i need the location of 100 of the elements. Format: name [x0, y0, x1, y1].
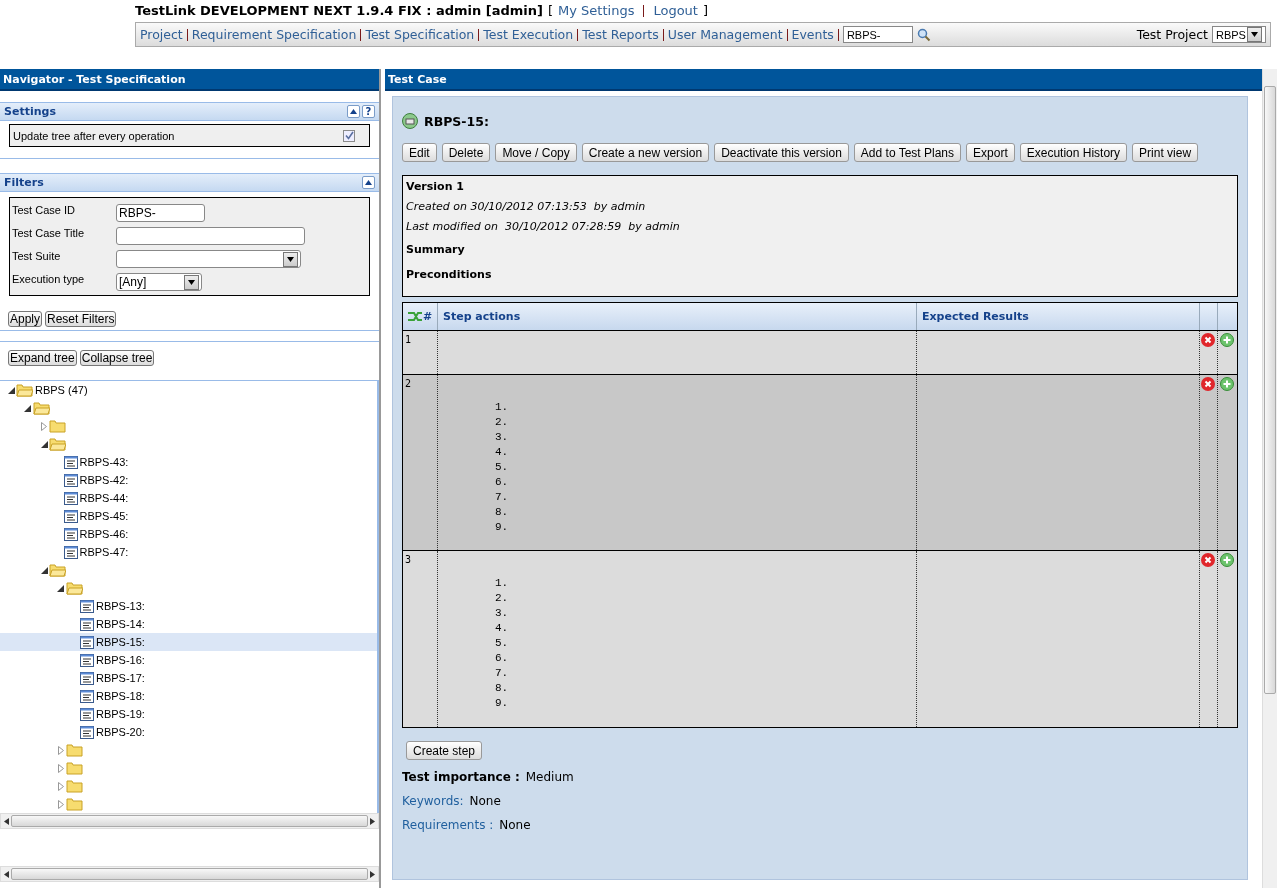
- filter-button[interactable]: Apply: [8, 311, 43, 327]
- select-field[interactable]: [116, 250, 301, 268]
- action-button[interactable]: Deactivate this version: [714, 143, 849, 162]
- menu-link[interactable]: Events: [791, 27, 834, 42]
- create-step-button[interactable]: Create step: [406, 741, 483, 760]
- menu-link[interactable]: Test Reports: [582, 27, 659, 42]
- step-line: 3.: [495, 606, 510, 621]
- collapsed-arrow-icon[interactable]: [57, 745, 64, 755]
- panel-title: Test Case: [385, 69, 1262, 91]
- document-icon: [80, 635, 94, 649]
- action-button[interactable]: Create a new version: [581, 143, 710, 162]
- checkbox[interactable]: [343, 129, 355, 142]
- filter-button[interactable]: Reset Filters: [45, 311, 117, 327]
- bracket: [: [547, 3, 554, 18]
- app-title: TestLink DEVELOPMENT NEXT 1.9.4 FIX : admin [admin]: [135, 3, 543, 18]
- menu-link[interactable]: Test Specification: [365, 27, 475, 42]
- dropdown-arrow-icon[interactable]: [1251, 32, 1258, 37]
- expanded-arrow-icon[interactable]: [40, 566, 48, 574]
- action-button[interactable]: Delete: [441, 143, 491, 162]
- menu-link[interactable]: Test Execution: [483, 27, 574, 42]
- preconditions-label: Preconditions: [406, 268, 493, 281]
- expanded-arrow-icon[interactable]: [7, 386, 15, 394]
- step-line: 1.: [495, 576, 510, 591]
- step-row[interactable]: 2 1. 2. 3. 4. 5. 6. 7. 8. 9.: [403, 375, 1237, 551]
- input-field[interactable]: RBPS-: [116, 204, 205, 222]
- help-button[interactable]: ?: [362, 105, 375, 118]
- field-label: Test Suite: [12, 250, 62, 262]
- expanded-arrow-icon[interactable]: [40, 440, 48, 448]
- step-line: 5.: [495, 460, 510, 475]
- project-label: Test Project: [1136, 27, 1208, 42]
- scrollbar[interactable]: [0, 813, 379, 829]
- action-button[interactable]: Add to Test Plans: [853, 143, 962, 162]
- collapse-icon[interactable]: [365, 180, 372, 185]
- folder-icon: [65, 797, 83, 811]
- delete-icon[interactable]: [1201, 377, 1215, 391]
- step-line: 7.: [495, 490, 510, 505]
- open-folder-icon: [65, 581, 83, 595]
- delete-icon[interactable]: [1201, 333, 1215, 347]
- menu-link[interactable]: Project: [140, 27, 183, 42]
- add-icon[interactable]: [1220, 333, 1234, 347]
- menu-link[interactable]: User Management: [667, 27, 783, 42]
- step-row[interactable]: 1: [403, 331, 1237, 375]
- step-row[interactable]: 3 1. 2. 3. 4. 5. 6. 7. 8. 9.: [403, 551, 1237, 727]
- section-title: Filters: [4, 176, 44, 189]
- column-header: Step actions: [443, 310, 521, 323]
- step-line: 1.: [495, 400, 510, 415]
- add-icon[interactable]: [1220, 553, 1234, 567]
- expanded-arrow-icon[interactable]: [24, 404, 31, 412]
- tree-row[interactable]: RBPS-15:: [0, 633, 377, 651]
- document-icon: [80, 689, 94, 703]
- dropdown-arrow-icon[interactable]: [287, 256, 294, 262]
- test-case-title: RBPS-15:: [424, 113, 489, 129]
- expanded-arrow-icon[interactable]: [57, 584, 64, 592]
- collapsed-arrow-icon[interactable]: [41, 421, 47, 431]
- reorder-icon[interactable]: [407, 311, 423, 322]
- action-button[interactable]: Execution History: [1019, 143, 1128, 162]
- collapsed-arrow-icon[interactable]: [57, 781, 64, 791]
- collapsed-arrow-icon[interactable]: [57, 763, 64, 773]
- document-icon: [63, 491, 78, 505]
- scroll-right-icon[interactable]: [370, 870, 375, 878]
- collapse-button[interactable]: [347, 105, 360, 118]
- search-field[interactable]: RBPS-: [842, 26, 913, 43]
- add-icon[interactable]: [1220, 377, 1234, 391]
- project-select[interactable]: RBPS: [1212, 26, 1266, 43]
- action-button[interactable]: Move / Copy: [495, 143, 577, 162]
- scroll-left-icon[interactable]: [4, 870, 9, 878]
- folder-icon: [49, 419, 66, 433]
- option-label: Update tree after every operation: [13, 129, 175, 142]
- select-field[interactable]: [Any]: [116, 273, 202, 291]
- field-value: Medium: [525, 770, 574, 784]
- delete-icon[interactable]: [1201, 553, 1215, 567]
- header-link[interactable]: Logout: [653, 3, 698, 18]
- input-field[interactable]: [116, 227, 305, 245]
- collapse-icon[interactable]: [350, 109, 357, 114]
- panel-title: Navigator - Test Specification: [0, 69, 379, 91]
- action-button[interactable]: Edit: [402, 143, 437, 162]
- document-icon: [80, 599, 94, 613]
- tree-button[interactable]: Expand tree: [8, 350, 77, 366]
- bracket: ]: [702, 3, 708, 18]
- test-case-icon: [402, 113, 418, 129]
- scrollbar[interactable]: [1262, 69, 1277, 888]
- step-line: 8.: [495, 681, 510, 696]
- dropdown-arrow-icon[interactable]: [188, 279, 195, 285]
- action-button[interactable]: Print view: [1132, 143, 1199, 162]
- scrollbar[interactable]: [0, 866, 379, 882]
- action-button[interactable]: Export: [966, 143, 1015, 162]
- header-link[interactable]: My Settings: [558, 3, 635, 18]
- field-label: Execution type: [12, 273, 86, 285]
- folder-icon: [65, 761, 83, 775]
- column-header: Expected Results: [922, 310, 1029, 323]
- document-icon: [80, 617, 94, 631]
- tree-button[interactable]: Collapse tree: [79, 350, 155, 366]
- search-icon[interactable]: [916, 27, 931, 42]
- collapsed-arrow-icon[interactable]: [57, 799, 64, 809]
- scroll-left-icon[interactable]: [4, 817, 9, 825]
- document-icon: [63, 455, 78, 469]
- step-line: 2.: [495, 415, 510, 430]
- collapse-button[interactable]: [362, 176, 375, 189]
- menu-link[interactable]: Requirement Specification: [191, 27, 357, 42]
- scroll-right-icon[interactable]: [370, 817, 375, 825]
